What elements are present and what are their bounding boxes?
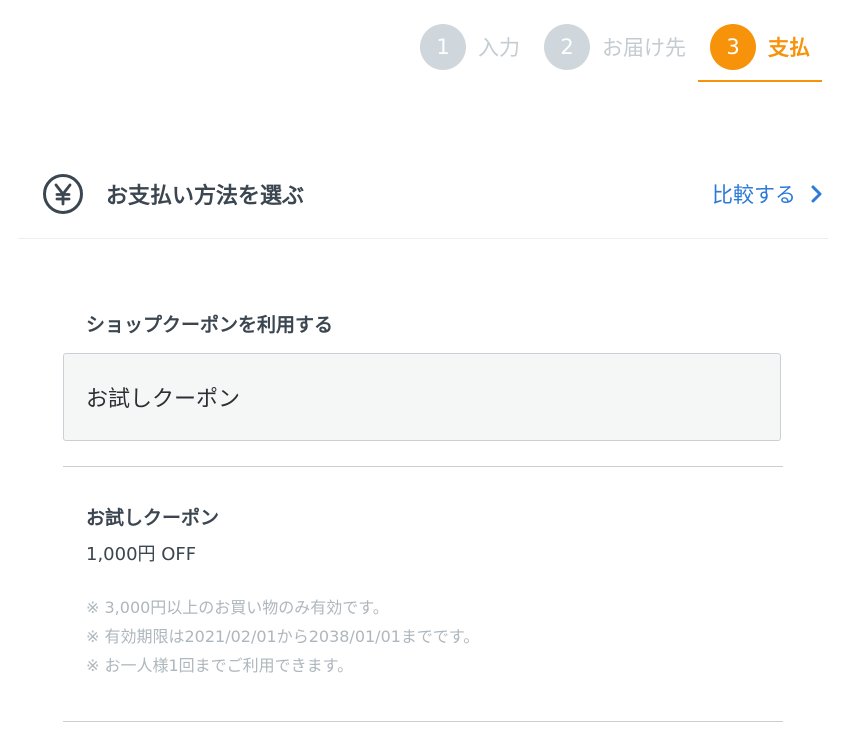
step-input[interactable]: 1 入力 bbox=[408, 24, 532, 70]
step-label: お届け先 bbox=[602, 36, 686, 60]
step-label: 入力 bbox=[478, 36, 520, 60]
section-title: お支払い方法を選ぶ bbox=[106, 184, 305, 209]
coupon-discount: 1,000円 OFF bbox=[86, 544, 197, 565]
divider bbox=[63, 721, 783, 722]
step-number: 1 bbox=[420, 24, 466, 70]
chevron-right-icon bbox=[811, 185, 822, 203]
yen-circle-icon bbox=[43, 174, 83, 214]
coupon-notes: ※ 3,000円以上のお買い物のみ有効です。 ※ 有効期限は2021/02/01… bbox=[86, 593, 479, 680]
compare-link[interactable]: 比較する bbox=[712, 179, 822, 209]
coupon-select-value: お試しクーポン bbox=[86, 387, 241, 412]
step-delivery[interactable]: 2 お届け先 bbox=[532, 24, 698, 70]
step-payment[interactable]: 3 支払 bbox=[698, 24, 822, 82]
coupon-note: ※ 有効期限は2021/02/01から2038/01/01までです。 bbox=[86, 627, 480, 646]
step-number: 3 bbox=[710, 24, 756, 70]
checkout-steps: 1 入力 2 お届け先 3 支払 bbox=[408, 24, 822, 82]
checkout-page: 1 入力 2 お届け先 3 支払 お支払い方法を選ぶ 比較する ショップクーポン… bbox=[0, 0, 850, 750]
coupon-note: ※ 3,000円以上のお買い物のみ有効です。 bbox=[86, 598, 389, 617]
coupon-select[interactable]: お試しクーポン bbox=[63, 353, 781, 441]
coupon-note: ※ お一人様1回までご利用できます。 bbox=[86, 656, 354, 675]
coupon-name: お試しクーポン bbox=[86, 507, 220, 529]
compare-label: 比較する bbox=[712, 183, 796, 207]
step-number: 2 bbox=[544, 24, 590, 70]
divider bbox=[63, 466, 783, 467]
coupon-label: ショップクーポンを利用する bbox=[86, 314, 334, 336]
step-label: 支払 bbox=[768, 36, 810, 60]
payment-method-header: お支払い方法を選ぶ 比較する bbox=[18, 160, 828, 239]
